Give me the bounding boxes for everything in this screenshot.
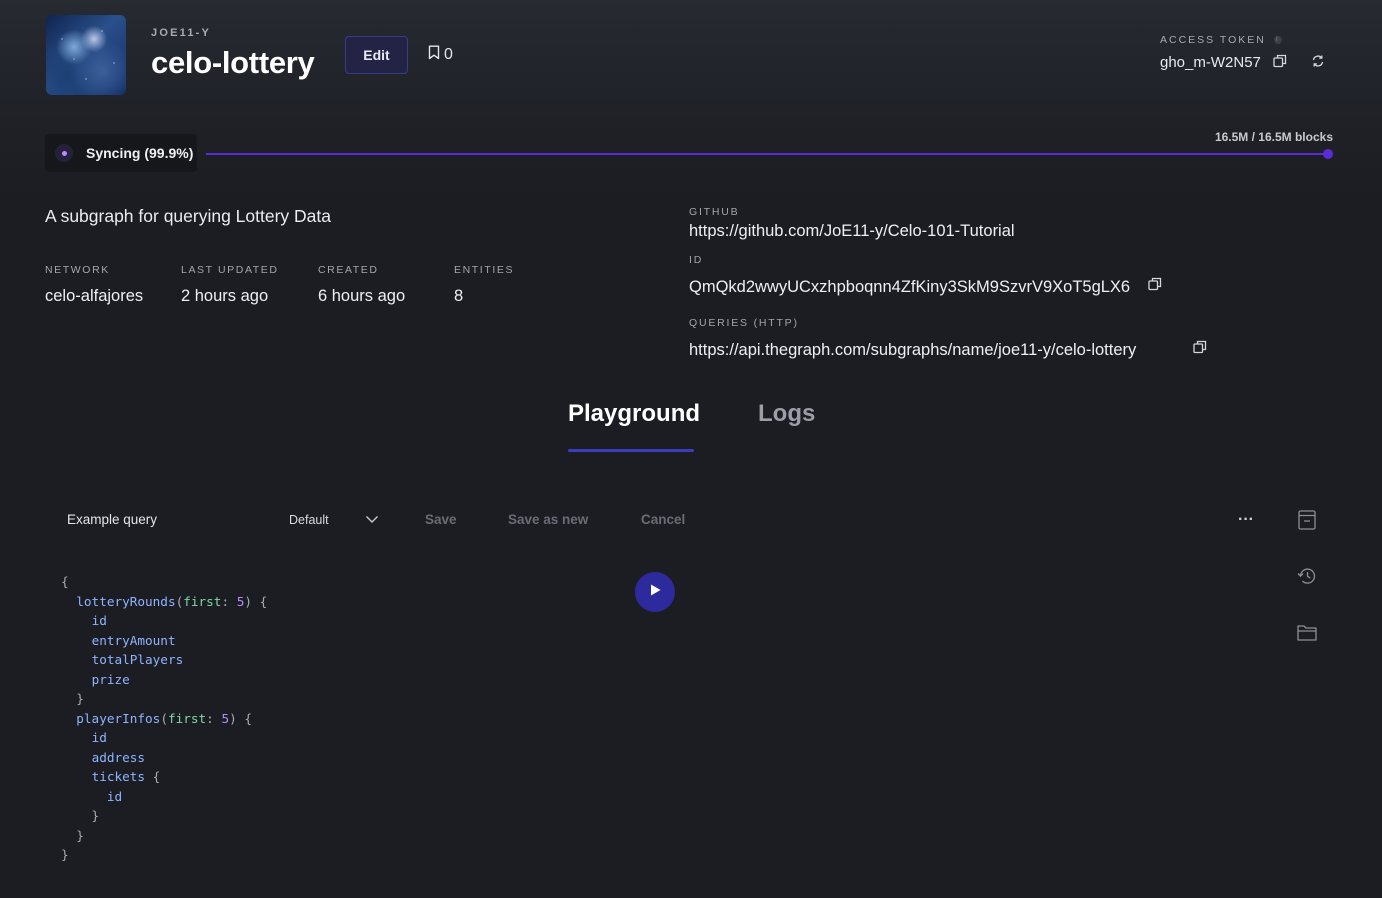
code-line: { [61,574,69,589]
network-value: celo-alfajores [45,287,144,305]
queries-url: https://api.thegraph.com/subgraphs/name/… [689,341,1137,359]
folder-add-icon [1297,624,1317,646]
more-icon: ··· [1238,511,1254,528]
copy-id-button[interactable] [1147,277,1163,296]
query-editor[interactable]: { lotteryRounds(first: 5) { id entryAmou… [61,572,267,865]
network-label: NETWORK [45,264,110,276]
last-updated-label: LAST UPDATED [181,264,279,276]
sync-progress-fill [206,153,1329,155]
run-query-button[interactable] [635,572,675,612]
queries-label: QUERIES (HTTP) [689,317,799,329]
regenerate-token-button[interactable] [1310,54,1326,73]
code-line: lotteryRounds(first: 5) { [76,593,268,609]
subgraph-title: celo-lottery [151,45,315,80]
entities-value: 8 [454,287,464,305]
code-line: } [61,691,84,706]
code-line: id [91,730,107,745]
copy-icon [1273,54,1287,73]
github-link[interactable]: https://github.com/JoE11-y/Celo-101-Tuto… [689,222,1015,241]
tab-playground[interactable]: Playground [568,400,700,428]
code-line: entryAmount [91,632,176,648]
code-line: address [91,749,146,765]
code-line: playerInfos(first: 5) { [76,710,252,726]
active-tab-indicator [568,449,694,452]
document-icon [1298,509,1316,535]
code-line: } [61,827,84,843]
history-icon [1297,567,1317,590]
query-name-input[interactable]: Example query [67,512,157,527]
entities-label: ENTITIES [454,264,515,276]
sync-status-badge: Syncing (99.9%) [45,134,197,172]
bookmark-count: 0 [444,46,453,63]
access-token-label-text: ACCESS TOKEN [1160,34,1266,46]
chevron-down-icon [365,513,379,527]
code-line: tickets { [91,769,161,784]
tab-logs[interactable]: Logs [758,400,815,428]
copy-icon [1148,277,1162,296]
code-line: id [91,613,107,628]
more-options-button[interactable]: ··· [1236,510,1256,530]
save-button[interactable]: Save [425,512,457,527]
play-icon [648,583,662,602]
code-line: prize [91,671,130,687]
copy-queries-url-button[interactable] [1192,340,1208,359]
subgraph-owner: JOE11-Y [151,27,212,39]
code-line: id [106,788,123,804]
code-line: } [61,847,69,862]
sync-progress-track [206,153,1330,155]
sync-dot-icon [55,144,73,162]
docs-button[interactable] [1296,509,1318,535]
save-as-new-button[interactable]: Save as new [508,512,588,527]
created-value: 6 hours ago [318,287,406,305]
edit-button[interactable]: Edit [345,36,408,74]
code-line: } [61,808,100,823]
copy-icon [1193,340,1207,359]
sync-status-text: Syncing (99.9%) [86,145,194,161]
created-label: CREATED [318,264,379,276]
copy-token-button[interactable] [1272,54,1288,73]
deployment-id: QmQkd2wwyUCxzhpboqnn4ZfKiny3SkM9SzvrV9Xo… [689,278,1131,296]
refresh-icon [1311,54,1325,73]
last-updated-value: 2 hours ago [181,287,269,305]
history-button[interactable] [1296,567,1318,589]
subgraph-description: A subgraph for querying Lottery Data [45,206,332,226]
sync-blocks-count: 16.5M / 16.5M blocks [1214,130,1333,144]
sync-progress-knob [1323,149,1333,159]
cancel-button[interactable]: Cancel [641,512,685,527]
query-select-value: Default [289,513,329,527]
access-token-label: ACCESS TOKEN i [1160,34,1282,46]
bookmark-button[interactable]: 0 [428,44,453,66]
bookmark-icon [428,45,440,65]
subgraph-avatar [46,15,126,95]
id-label: ID [689,254,704,266]
code-line: totalPlayers [91,652,184,667]
query-select[interactable]: Default [289,513,379,527]
saved-queries-button[interactable] [1296,624,1318,646]
info-icon[interactable]: i [1273,36,1282,44]
github-label: GITHUB [689,206,740,218]
access-token-value: gho_m-W2N57 [1160,54,1261,71]
